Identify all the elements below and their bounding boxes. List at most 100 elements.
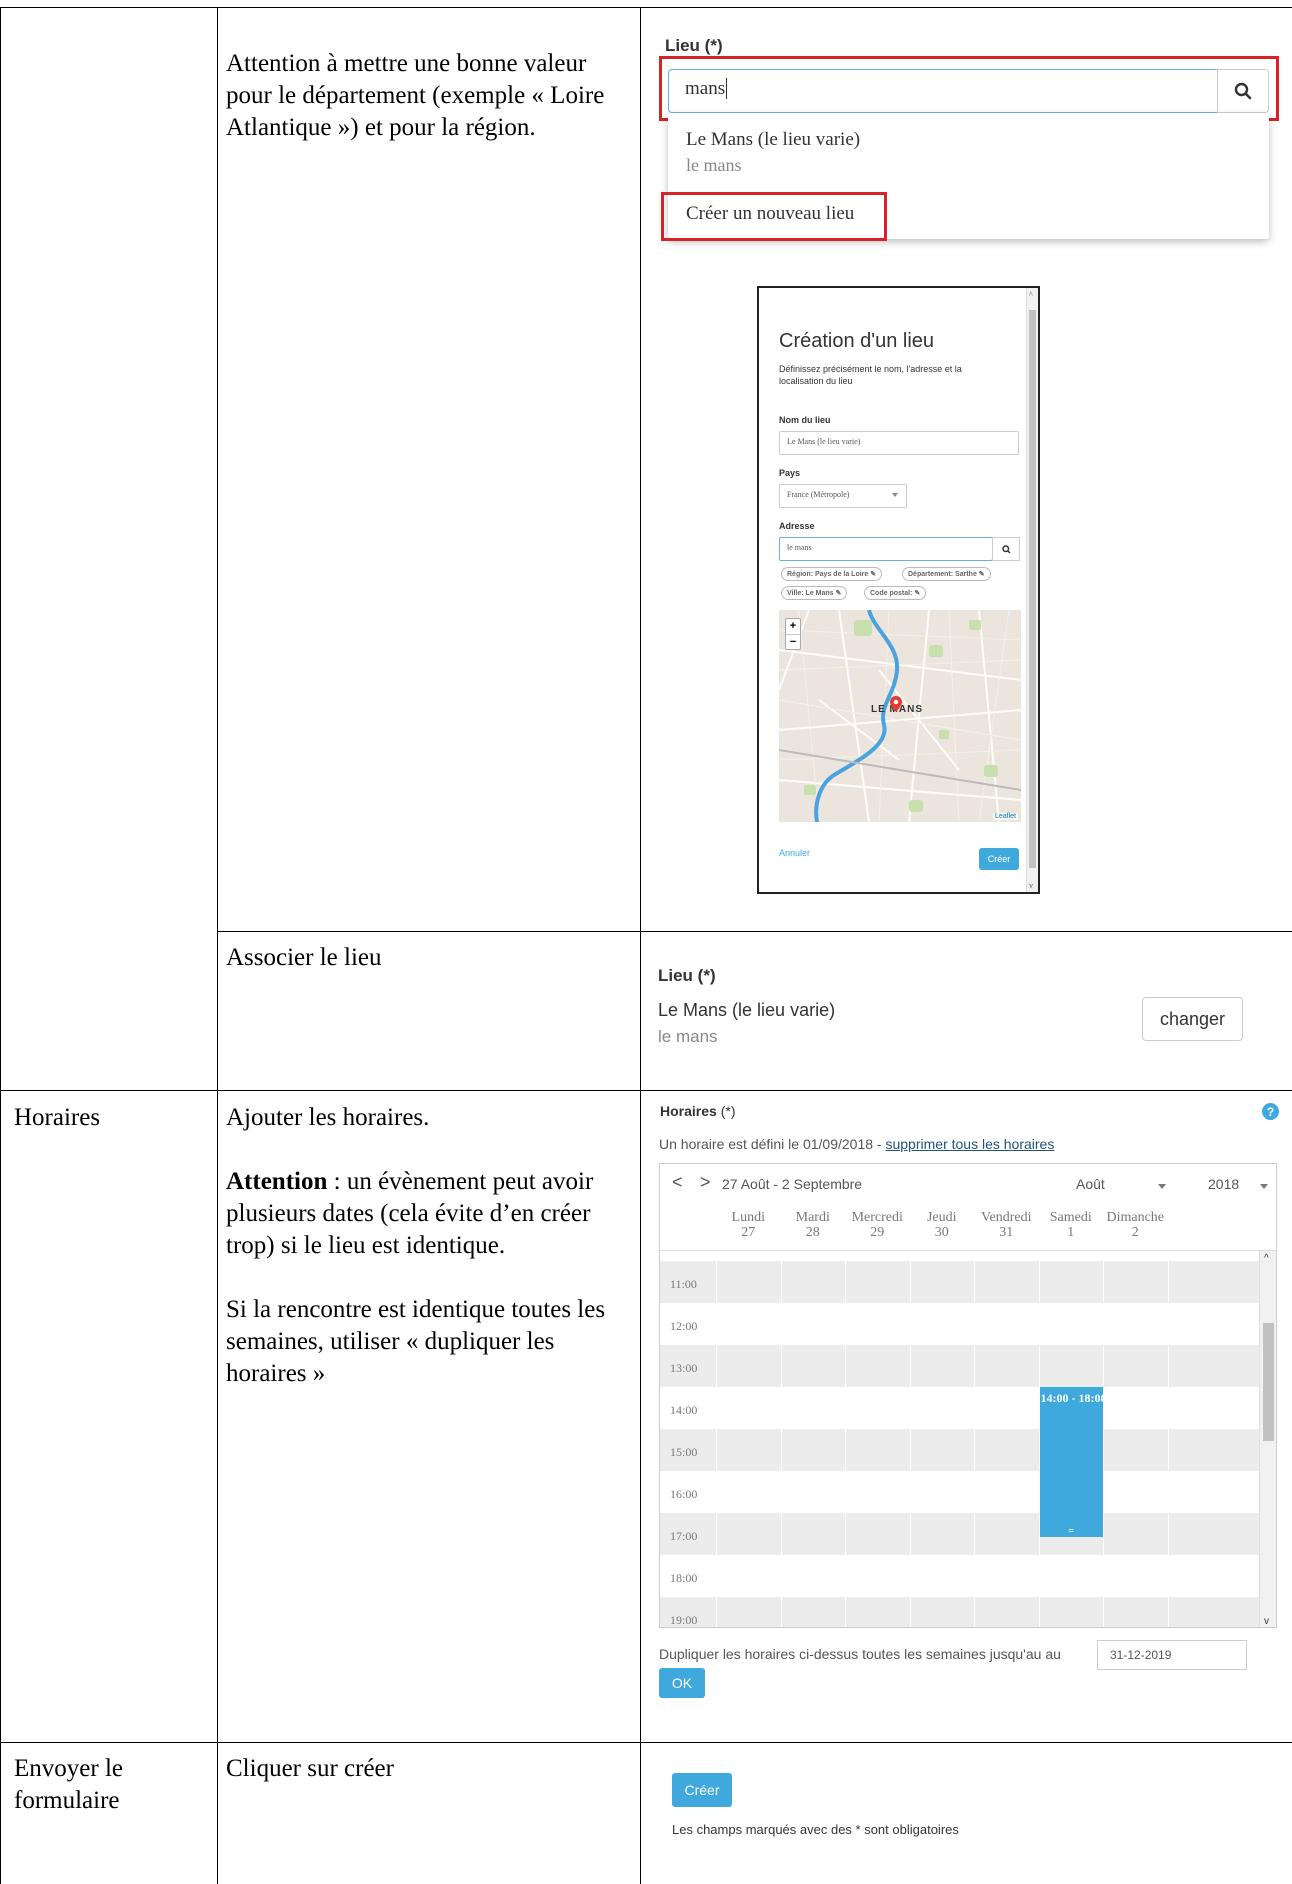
zoom-out-button[interactable]: − [786,635,800,650]
time-label: 18:00 [670,1571,698,1585]
day-column-divider [974,1251,975,1627]
time-row[interactable]: 11:00 [660,1261,1260,1303]
location-map[interactable]: + − LE MANS Leaflet [779,610,1021,822]
lieu-search-value: mans [685,78,726,99]
chip-departement[interactable]: Département: Sarthe ✎ [902,567,991,581]
chip-code-postal[interactable]: Code postal: ✎ [864,586,927,600]
instruction-lieu-assoc: Associer le lieu [226,944,382,971]
year-value: 2018 [1208,1176,1240,1192]
lieu-assoc-sub: le mans [658,1027,718,1046]
table-row-divider-3 [0,1742,1292,1743]
lieu-label: Lieu (*) [665,36,723,55]
caret-down-icon [892,493,898,497]
year-select[interactable]: 2018 [1208,1176,1268,1192]
horaires-label: Horaires (*) [660,1103,735,1119]
modal-title: Création d'un lieu [779,330,935,352]
instruction-horaires: Ajouter les horaires. Attention : un évè… [226,1102,638,1422]
calendar-scrollbar[interactable]: ^ v [1259,1251,1276,1627]
time-label: 11:00 [670,1277,697,1291]
chip-region[interactable]: Région: Pays de la Loire ✎ [781,567,883,581]
horaires-label-text: Horaires [660,1103,717,1119]
day-column-divider [716,1251,717,1627]
step-envoyer: Envoyer le formulaire [14,1755,123,1814]
submit-create-button[interactable]: Créer [672,1773,732,1807]
horaires-required: (*) [716,1103,736,1119]
result-name: Le Mans (le lieu varie) [686,129,861,150]
cancel-link[interactable]: Annuler [779,848,810,858]
prev-week-icon[interactable]: < [672,1172,683,1193]
time-row[interactable]: 14:00 [660,1387,1260,1429]
address-label: Adresse [779,521,815,531]
time-grid: 11:00 12:00 13:00 14:00 15:00 16:00 17:00 18:00… [660,1251,1260,1627]
next-week-icon[interactable]: > [700,1172,711,1193]
resize-handle-icon[interactable]: = [1040,1527,1104,1537]
time-row[interactable]: 12:00 [660,1303,1260,1345]
caret-down-icon [1260,1184,1268,1189]
instruction-envoyer: Cliquer sur créer [226,1755,394,1782]
duplicate-date-input[interactable]: 31-12-2019 [1097,1640,1247,1670]
lieu-assoc-name: Le Mans (le lieu varie) [658,1000,836,1020]
horaires-info: Un horaire est défini le 01/09/2018 - su… [659,1136,1054,1152]
create-lieu-modal: ^ v Création d'un lieu Définissez précis… [757,286,1040,894]
table-col-divider-1 [217,7,218,1884]
modal-create-button[interactable]: Créer [979,848,1019,870]
country-value: France (Métropole) [787,490,850,499]
lieu-search-input[interactable]: mans [668,69,1218,113]
name-label: Nom du lieu [779,415,831,425]
address-input[interactable]: le mans [779,537,993,561]
time-label: 19:00 [670,1613,698,1627]
search-icon [1234,82,1252,100]
table-border-left [0,7,1,1884]
search-icon [1001,544,1011,554]
week-range: 27 Août - 2 Septembre [722,1176,863,1192]
day-column-divider [780,1251,782,1627]
month-value: Août [1076,1176,1105,1192]
help-icon[interactable]: ? [1262,1103,1279,1120]
duplicate-ok-button[interactable]: OK [659,1668,705,1698]
address-search-button[interactable] [992,537,1020,561]
time-row[interactable]: 16:00 [660,1471,1260,1513]
time-row[interactable]: 18:00 [660,1555,1260,1597]
change-lieu-button[interactable]: changer [1142,997,1243,1041]
time-row[interactable]: 19:00 [660,1597,1260,1627]
map-zoom-control: + − [785,618,801,650]
table-row-divider-2 [0,1090,1292,1091]
zoom-in-button[interactable]: + [786,619,800,635]
table-row-divider-1 [217,931,1292,932]
modal-scrollbar[interactable]: ^ v [1026,288,1038,892]
time-row[interactable]: 13:00 [660,1345,1260,1387]
calendar-event[interactable]: 14:00 - 18:00 = [1039,1387,1107,1537]
lieu-search-button[interactable] [1217,69,1269,113]
dropdown-result-item[interactable]: Le Mans (le lieu varie) le mans [686,129,860,176]
country-label: Pays [779,468,801,478]
country-select[interactable]: France (Métropole) [779,484,907,508]
calendar: < > 27 Août - 2 Septembre Août 2018 Lund… [659,1163,1277,1628]
delete-all-link[interactable]: supprimer tous les horaires [885,1136,1054,1152]
day-name: Dimanche [1106,1210,1165,1225]
highlight-create-new [661,192,887,241]
chip-ville[interactable]: Ville: Le Mans ✎ [781,586,848,600]
time-row[interactable] [660,1251,1260,1261]
time-label: 16:00 [670,1487,698,1501]
name-input[interactable]: Le Mans (le lieu varie) [779,431,1019,455]
duplicate-text: Dupliquer les horaires ci-dessus toutes … [659,1646,1061,1662]
info-text: Un horaire est défini le 01/09/2018 - [659,1136,886,1152]
time-label: 14:00 [670,1403,698,1417]
day-column-divider [845,1251,846,1627]
lieu-assoc-label: Lieu (*) [658,966,716,985]
horaires-p2: Attention : un évènement peut avoir plus… [226,1166,638,1262]
table-col-divider-2 [640,7,641,1884]
day-column-divider [1103,1251,1104,1627]
month-select[interactable]: Août [1076,1176,1166,1192]
day-number: 2 [1131,1225,1139,1240]
caret-down-icon [1158,1184,1166,1189]
horaires-p1: Ajouter les horaires. [226,1104,430,1131]
horaires-p3: Si la rencontre est identique toutes les… [226,1296,606,1387]
map-attribution[interactable]: Leaflet [992,813,1018,820]
time-row[interactable]: 15:00 [660,1429,1260,1471]
time-row[interactable]: 17:00 [660,1513,1260,1555]
instruction-text: Attention à mettre une bonne valeur pour… [226,50,605,141]
instruction-lieu-new: Attention à mettre une bonne valeur pour… [226,48,634,144]
step-horaires: Horaires [14,1104,101,1131]
time-label: 17:00 [670,1529,698,1543]
